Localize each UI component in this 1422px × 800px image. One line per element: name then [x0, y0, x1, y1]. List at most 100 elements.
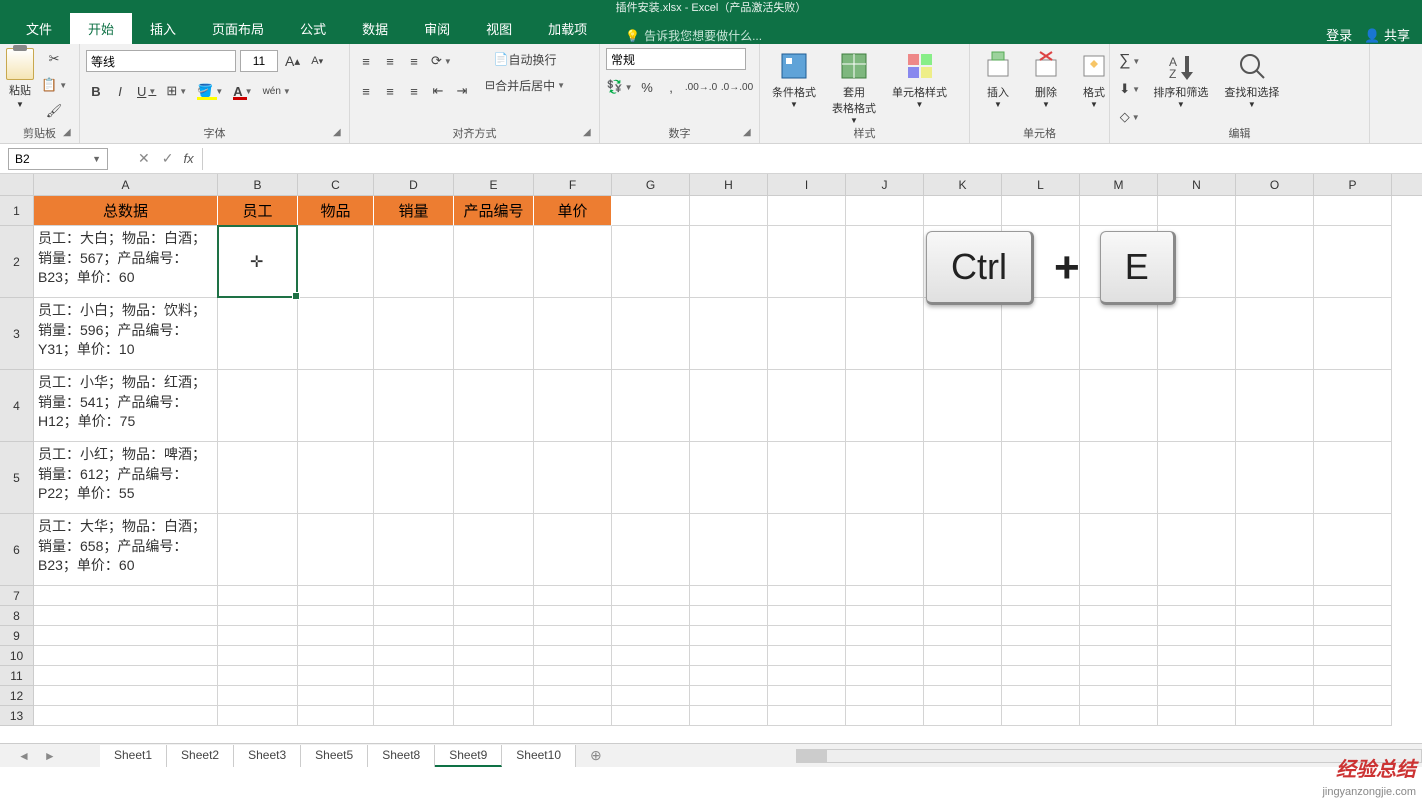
- row-header-12[interactable]: 12: [0, 686, 33, 706]
- cell-I2[interactable]: [768, 226, 846, 298]
- cell-M13[interactable]: [1080, 706, 1158, 726]
- copy-button[interactable]: 📋▼: [38, 74, 70, 96]
- cell-K10[interactable]: [924, 646, 1002, 666]
- decrease-indent-icon[interactable]: ⇤: [428, 80, 448, 102]
- font-launcher-icon[interactable]: ◢: [333, 127, 345, 139]
- col-header-O[interactable]: O: [1236, 174, 1314, 195]
- cell-L5[interactable]: [1002, 442, 1080, 514]
- row-header-3[interactable]: 3: [0, 298, 33, 370]
- tab-加载项[interactable]: 加载项: [530, 13, 605, 44]
- border-button[interactable]: ⊞▼: [163, 80, 190, 102]
- cell-B11[interactable]: [218, 666, 298, 686]
- cell-A3[interactable]: 员工：小白；物品：饮料；销量：596；产品编号：Y31；单价：10: [34, 298, 218, 370]
- cell-A2[interactable]: 员工：大白；物品：白酒；销量：567；产品编号：B23；单价：60: [34, 226, 218, 298]
- underline-button[interactable]: U▼: [134, 80, 159, 102]
- wrap-text-button[interactable]: 📄 自动换行: [482, 48, 568, 70]
- cell-D1[interactable]: 销量: [374, 196, 454, 226]
- col-header-J[interactable]: J: [846, 174, 924, 195]
- tab-数据[interactable]: 数据: [344, 13, 406, 44]
- cell-M5[interactable]: [1080, 442, 1158, 514]
- cell-F3[interactable]: [534, 298, 612, 370]
- cell-A13[interactable]: [34, 706, 218, 726]
- select-all-corner[interactable]: [0, 174, 34, 196]
- cell-F10[interactable]: [534, 646, 612, 666]
- sheet-tab-Sheet2[interactable]: Sheet2: [167, 745, 234, 767]
- cell-M6[interactable]: [1080, 514, 1158, 586]
- cell-K13[interactable]: [924, 706, 1002, 726]
- cell-H10[interactable]: [690, 646, 768, 666]
- cell-I12[interactable]: [768, 686, 846, 706]
- cell-I7[interactable]: [768, 586, 846, 606]
- cell-B10[interactable]: [218, 646, 298, 666]
- cell-P4[interactable]: [1314, 370, 1392, 442]
- row-header-13[interactable]: 13: [0, 706, 33, 726]
- cell-F6[interactable]: [534, 514, 612, 586]
- cell-O5[interactable]: [1236, 442, 1314, 514]
- cell-B12[interactable]: [218, 686, 298, 706]
- sheet-tab-Sheet9[interactable]: Sheet9: [435, 745, 502, 767]
- cell-I5[interactable]: [768, 442, 846, 514]
- cell-F2[interactable]: [534, 226, 612, 298]
- tab-审阅[interactable]: 审阅: [406, 13, 468, 44]
- cell-N1[interactable]: [1158, 196, 1236, 226]
- sheet-nav-prev-icon[interactable]: ◄: [18, 749, 30, 763]
- col-header-C[interactable]: C: [298, 174, 374, 195]
- cell-A1[interactable]: 总数据: [34, 196, 218, 226]
- increase-decimal-icon[interactable]: .00→.0: [685, 76, 717, 98]
- cell-P11[interactable]: [1314, 666, 1392, 686]
- cell-D4[interactable]: [374, 370, 454, 442]
- cell-N12[interactable]: [1158, 686, 1236, 706]
- cell-E11[interactable]: [454, 666, 534, 686]
- format-painter-button[interactable]: 🖌: [38, 100, 70, 122]
- cell-J12[interactable]: [846, 686, 924, 706]
- cell-L13[interactable]: [1002, 706, 1080, 726]
- row-header-9[interactable]: 9: [0, 626, 33, 646]
- cell-O3[interactable]: [1236, 298, 1314, 370]
- cell-C3[interactable]: [298, 298, 374, 370]
- cell-A7[interactable]: [34, 586, 218, 606]
- cell-E7[interactable]: [454, 586, 534, 606]
- row-header-7[interactable]: 7: [0, 586, 33, 606]
- cell-I8[interactable]: [768, 606, 846, 626]
- italic-button[interactable]: I: [110, 80, 130, 102]
- cell-H13[interactable]: [690, 706, 768, 726]
- cell-I9[interactable]: [768, 626, 846, 646]
- row-header-4[interactable]: 4: [0, 370, 33, 442]
- horizontal-scrollbar[interactable]: [796, 749, 1422, 763]
- cell-G5[interactable]: [612, 442, 690, 514]
- cell-C4[interactable]: [298, 370, 374, 442]
- cell-D8[interactable]: [374, 606, 454, 626]
- sheet-tab-Sheet10[interactable]: Sheet10: [502, 745, 576, 767]
- cancel-formula-icon[interactable]: ✕: [138, 150, 150, 167]
- cell-I13[interactable]: [768, 706, 846, 726]
- cell-B6[interactable]: [218, 514, 298, 586]
- clipboard-launcher-icon[interactable]: ◢: [63, 127, 75, 139]
- cell-B13[interactable]: [218, 706, 298, 726]
- cell-K9[interactable]: [924, 626, 1002, 646]
- cell-G11[interactable]: [612, 666, 690, 686]
- col-header-G[interactable]: G: [612, 174, 690, 195]
- cell-M1[interactable]: [1080, 196, 1158, 226]
- cell-E12[interactable]: [454, 686, 534, 706]
- cell-J11[interactable]: [846, 666, 924, 686]
- cell-G7[interactable]: [612, 586, 690, 606]
- cell-E3[interactable]: [454, 298, 534, 370]
- cell-P10[interactable]: [1314, 646, 1392, 666]
- cell-O13[interactable]: [1236, 706, 1314, 726]
- cell-N5[interactable]: [1158, 442, 1236, 514]
- cell-K3[interactable]: [924, 298, 1002, 370]
- formula-bar[interactable]: [202, 148, 1422, 170]
- cell-O11[interactable]: [1236, 666, 1314, 686]
- col-header-L[interactable]: L: [1002, 174, 1080, 195]
- cell-J2[interactable]: [846, 226, 924, 298]
- cell-G13[interactable]: [612, 706, 690, 726]
- add-sheet-button[interactable]: ⊕: [576, 747, 616, 764]
- cell-O9[interactable]: [1236, 626, 1314, 646]
- cell-H7[interactable]: [690, 586, 768, 606]
- cell-L9[interactable]: [1002, 626, 1080, 646]
- fill-button[interactable]: ⬇▼: [1116, 78, 1143, 100]
- cell-P5[interactable]: [1314, 442, 1392, 514]
- comma-button[interactable]: ,: [661, 76, 681, 98]
- cell-J8[interactable]: [846, 606, 924, 626]
- cell-J1[interactable]: [846, 196, 924, 226]
